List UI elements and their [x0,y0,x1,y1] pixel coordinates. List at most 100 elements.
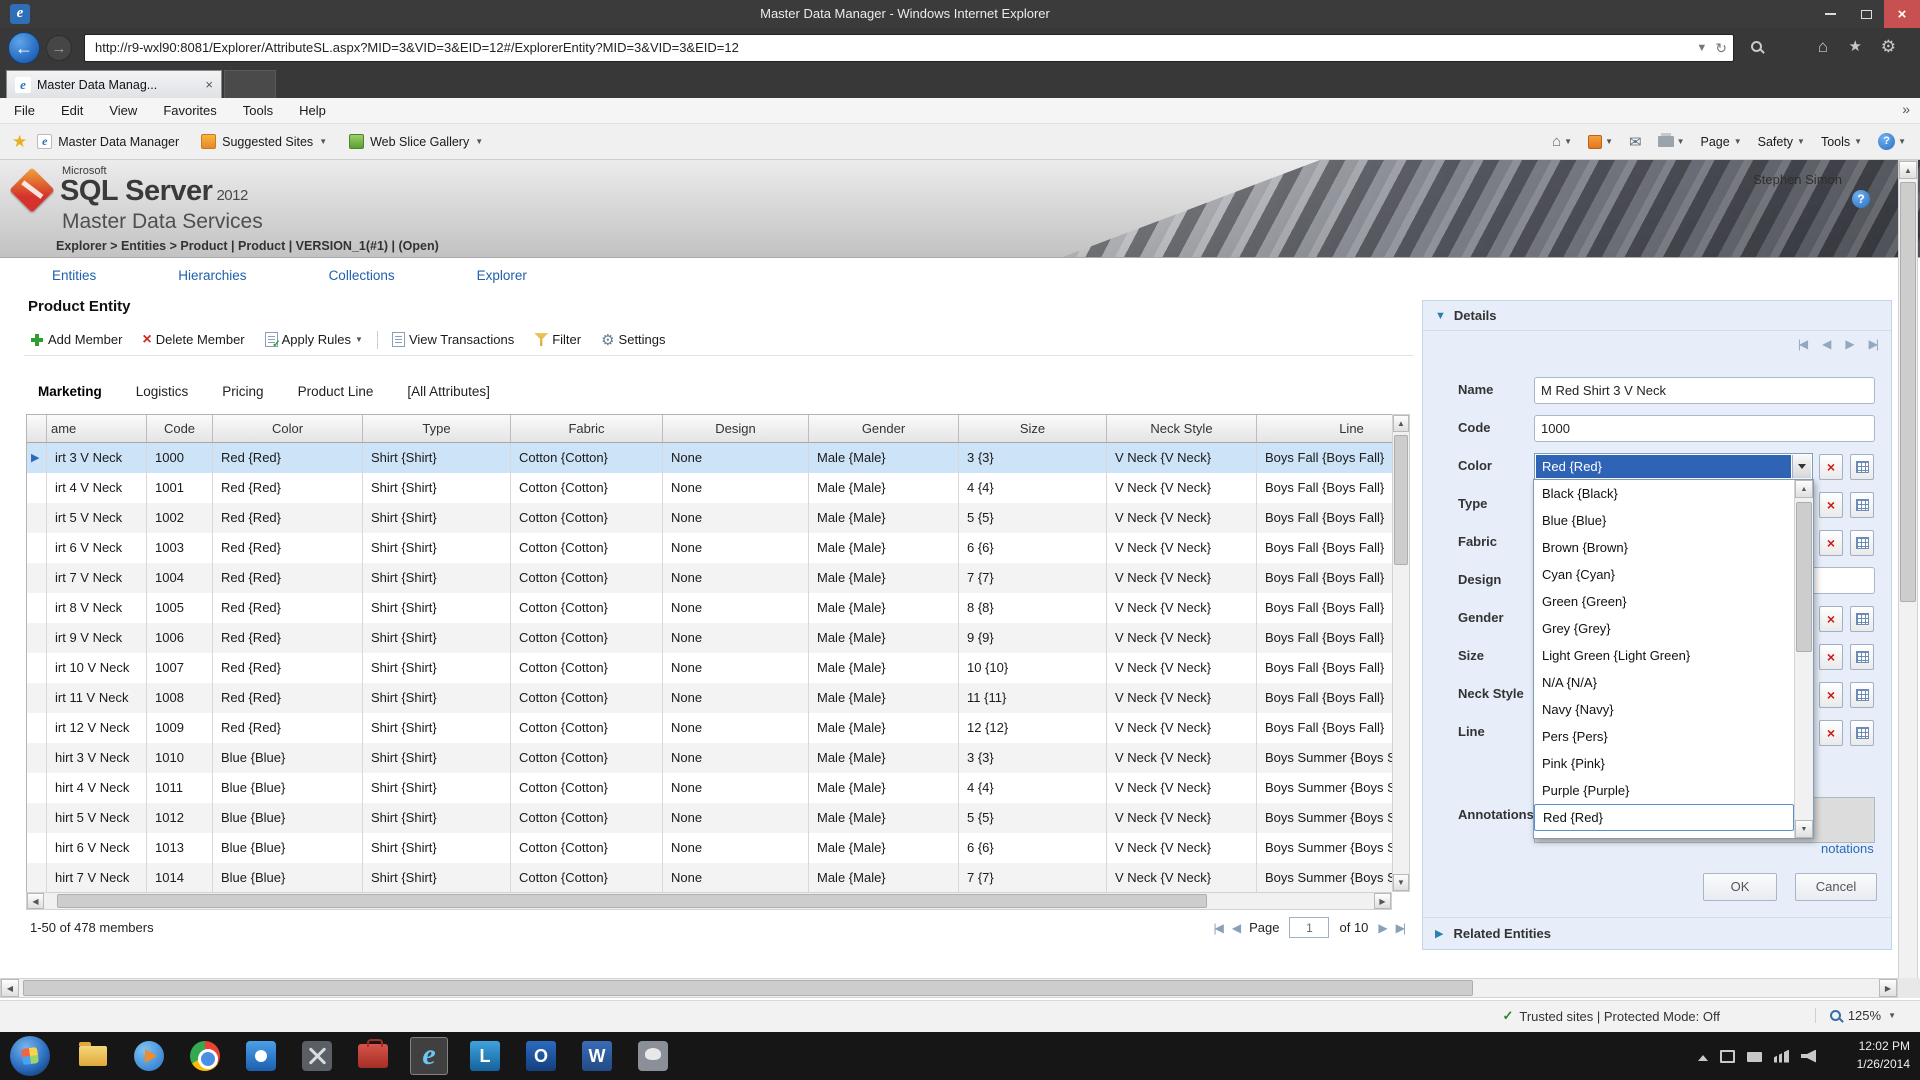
menu-favorites[interactable]: Favorites [163,103,216,118]
minimize-button[interactable] [1812,0,1848,28]
zoom-control[interactable]: 125% ▼ [1814,1008,1896,1023]
dropdown-option[interactable]: Cyan {Cyan} [1534,561,1794,588]
delete-member-button[interactable]: × Delete Member [136,331,250,347]
taskbar-toolbox[interactable] [354,1037,392,1075]
fabric-lookup-button[interactable] [1850,530,1874,556]
read-mail-button[interactable]: ✉ [1629,133,1642,151]
table-row[interactable]: irt 4 V Neck 1001 Red {Red} Shirt {Shirt} Co… [27,473,1392,503]
table-row[interactable]: hirt 4 V Neck 1011 Blue {Blue} Shirt {Shirt… [27,773,1392,803]
tab-marketing[interactable]: Marketing [38,384,102,399]
refresh-icon[interactable]: ↻ [1715,35,1727,61]
scroll-up-icon[interactable]: ▲ [1393,415,1409,432]
taskbar-messaging-app[interactable] [242,1037,280,1075]
menu-edit[interactable]: Edit [61,103,83,118]
color-lookup-button[interactable] [1850,454,1874,480]
view-transactions-button[interactable]: View Transactions [386,332,520,347]
size-lookup-button[interactable] [1850,644,1874,670]
menu-overflow-icon[interactable]: » [1902,101,1910,117]
column-header[interactable]: Color [213,415,363,442]
taskbar-clock[interactable]: 12:02 PM 1/26/2014 [1820,1037,1910,1073]
neck-style-lookup-button[interactable] [1850,682,1874,708]
print-button[interactable]: ▼ [1657,133,1684,147]
dropdown-option[interactable]: Green {Green} [1534,588,1794,615]
start-button[interactable] [10,1036,50,1076]
name-input[interactable] [1534,377,1875,404]
menu-view[interactable]: View [109,103,137,118]
home-icon[interactable]: ⌂ [1818,36,1828,58]
scroll-left-icon[interactable]: ◀ [27,893,44,909]
column-header[interactable]: Size [959,415,1107,442]
column-header[interactable]: Type [363,415,511,442]
menu-help[interactable]: Help [299,103,326,118]
table-row[interactable]: irt 11 V Neck 1008 Red {Red} Shirt {Shirt} C… [27,683,1392,713]
chevron-down-icon[interactable] [1792,455,1811,478]
scrollbar-thumb[interactable] [1394,435,1408,565]
dropdown-scrollbar[interactable]: ▲ ▼ [1794,480,1813,838]
color-combobox[interactable]: Red {Red} [1534,453,1813,480]
taskbar-file-explorer[interactable] [74,1037,112,1075]
safety-menu-button[interactable]: Safety ▼ [1758,135,1805,149]
table-row[interactable]: irt 7 V Neck 1004 Red {Red} Shirt {Shirt} Co… [27,563,1392,593]
page-vertical-scrollbar[interactable]: ▲ ▼ [1898,160,1918,998]
dropdown-option[interactable]: Grey {Grey} [1534,615,1794,642]
settings-gear-icon[interactable]: ⚙ [1881,36,1896,58]
clear-gender-button[interactable]: × [1819,606,1843,632]
column-header[interactable]: ame [47,415,147,442]
scrollbar-thumb[interactable] [23,980,1473,996]
column-header[interactable]: Fabric [511,415,663,442]
favorites-star-icon[interactable]: ★ [1849,36,1862,58]
tab-close-icon[interactable]: × [205,77,213,92]
clear-line-button[interactable]: × [1819,720,1843,746]
menu-file[interactable]: File [14,103,35,118]
scrollbar-thumb[interactable] [57,894,1207,908]
taskbar-lync[interactable]: L [466,1037,504,1075]
gender-lookup-button[interactable] [1850,606,1874,632]
tab-all-attributes[interactable]: [All Attributes] [407,384,490,399]
scroll-down-icon[interactable]: ▼ [1393,874,1409,891]
record-first-icon[interactable]: |◀ [1798,337,1808,351]
clear-size-button[interactable]: × [1819,644,1843,670]
clear-type-button[interactable]: × [1819,492,1843,518]
type-lookup-button[interactable] [1850,492,1874,518]
code-input[interactable] [1534,415,1875,442]
help-menu-button[interactable]: ? ▼ [1878,133,1906,150]
column-header[interactable]: Line [1257,415,1392,442]
add-member-button[interactable]: Add Member [24,332,128,347]
page-menu-button[interactable]: Page ▼ [1700,135,1741,149]
table-row[interactable]: irt 9 V Neck 1006 Red {Red} Shirt {Shirt} Co… [27,623,1392,653]
chevron-down-icon[interactable]: ▼ [355,335,363,344]
clear-neck-style-button[interactable]: × [1819,682,1843,708]
maximize-button[interactable] [1848,0,1884,28]
cancel-button[interactable]: Cancel [1795,873,1877,901]
tab-product-line[interactable]: Product Line [298,384,374,399]
line-lookup-button[interactable] [1850,720,1874,746]
scroll-up-icon[interactable]: ▲ [1899,161,1917,179]
last-page-icon[interactable]: ▶| [1396,921,1406,935]
dropdown-option[interactable]: Pers {Pers} [1534,723,1794,750]
close-button[interactable]: × [1884,0,1920,28]
taskbar-internet-explorer[interactable]: e [410,1037,448,1075]
table-row[interactable]: hirt 5 V Neck 1012 Blue {Blue} Shirt {Shirt… [27,803,1392,833]
column-header[interactable]: Gender [809,415,959,442]
scroll-right-icon[interactable]: ▶ [1879,979,1897,997]
add-favorite-star-icon[interactable]: ★ [12,132,27,152]
dropdown-option[interactable]: Pink {Pink} [1534,750,1794,777]
taskbar-admin-tools[interactable] [298,1037,336,1075]
ok-button[interactable]: OK [1703,873,1777,901]
apply-rules-button[interactable]: Apply Rules ▼ [259,332,369,350]
nav-explorer[interactable]: Explorer [477,268,527,283]
page-input[interactable] [1289,917,1330,938]
nav-hierarchies[interactable]: Hierarchies [178,268,246,283]
table-row[interactable]: irt 10 V Neck 1007 Red {Red} Shirt {Shirt} C… [27,653,1392,683]
prev-page-icon[interactable]: ◀ [1232,921,1241,935]
dropdown-option[interactable]: Brown {Brown} [1534,534,1794,561]
clear-color-button[interactable]: × [1819,454,1843,480]
show-hidden-icons[interactable] [1698,1055,1708,1061]
tools-menu-button[interactable]: Tools ▼ [1821,135,1862,149]
favorite-master-data-manager[interactable]: e Master Data Manager [37,134,179,149]
network-monitor-icon[interactable] [1720,1049,1735,1063]
table-row[interactable]: hirt 6 V Neck 1013 Blue {Blue} Shirt {Shirt… [27,833,1392,863]
taskbar-outlook[interactable]: O [522,1037,560,1075]
scrollbar-thumb[interactable] [1900,182,1916,602]
table-row[interactable]: ▶ irt 3 V Neck 1000 Red {Red} Shirt {Shirt} C… [27,443,1392,473]
